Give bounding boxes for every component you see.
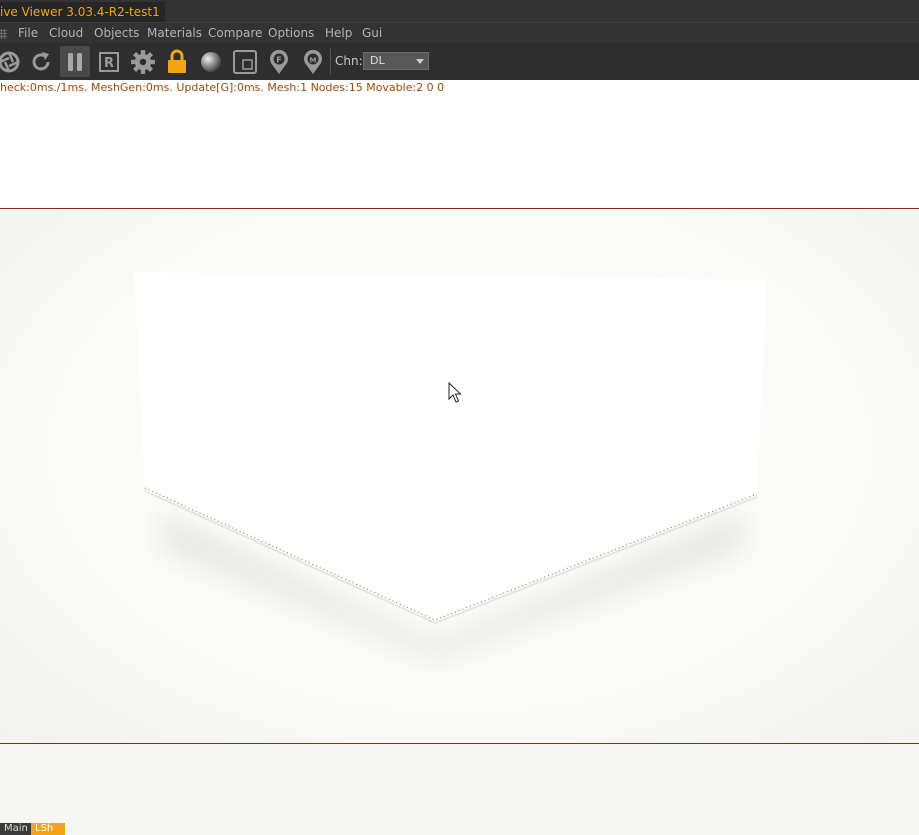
title-bar: ive Viewer 3.03.4-R2-test1: [0, 0, 919, 22]
status-bar: Main LSh: [0, 821, 919, 835]
menu-options[interactable]: Options: [268, 23, 314, 44]
channel-value: DL: [370, 54, 385, 67]
menu-materials[interactable]: Materials: [147, 23, 202, 44]
material-sphere-icon: [201, 51, 221, 72]
window-title: ive Viewer 3.03.4-R2-test1: [0, 2, 165, 22]
aperture-button[interactable]: [0, 46, 24, 77]
focus-pin-icon: F: [270, 49, 288, 74]
menu-grip-icon[interactable]: [0, 29, 7, 39]
pause-icon: [68, 52, 82, 71]
menu-compare[interactable]: Compare: [208, 23, 262, 44]
toolbar-separator: [330, 48, 331, 75]
menu-bar: File Cloud Objects Materials Compare Opt…: [0, 22, 919, 44]
settings-button[interactable]: [128, 46, 158, 77]
aperture-icon: [0, 51, 20, 72]
tab-main[interactable]: Main: [0, 823, 32, 835]
render-viewport[interactable]: heck:0ms./1ms. MeshGen:0ms. Update[G]:0m…: [0, 80, 919, 821]
material-pin-icon: M: [304, 49, 322, 74]
pause-button[interactable]: [60, 46, 90, 77]
menu-help[interactable]: Help: [325, 23, 352, 44]
svg-text:F: F: [276, 55, 281, 64]
render-region-button[interactable]: R: [94, 46, 124, 77]
menu-file[interactable]: File: [18, 23, 38, 44]
menu-cloud[interactable]: Cloud: [49, 23, 83, 44]
channel-label: Chn:: [335, 54, 363, 68]
channel-select[interactable]: DL: [363, 52, 429, 70]
material-preview-button[interactable]: [196, 46, 226, 77]
toolbar: R F M Chn: DL: [0, 43, 919, 80]
svg-text:M: M: [310, 56, 317, 64]
focus-pin-button[interactable]: F: [264, 46, 294, 77]
menu-objects[interactable]: Objects: [94, 23, 139, 44]
viewport-frame-button[interactable]: [230, 46, 260, 77]
render-region-icon: R: [99, 51, 119, 72]
settings-gear-icon: [131, 49, 155, 74]
material-pin-button[interactable]: M: [298, 46, 328, 77]
tab-lsh[interactable]: LSh: [31, 823, 65, 835]
rendered-object: [134, 272, 767, 660]
menu-gui[interactable]: Gui: [362, 23, 382, 44]
lock-button[interactable]: [162, 46, 192, 77]
refresh-button[interactable]: [26, 46, 56, 77]
lock-icon: [168, 49, 186, 73]
chevron-down-icon: [416, 59, 424, 64]
viewport-frame-icon: [233, 49, 257, 74]
mouse-cursor-icon: [448, 382, 462, 403]
svg-text:R: R: [104, 56, 114, 71]
refresh-icon: [32, 51, 50, 70]
